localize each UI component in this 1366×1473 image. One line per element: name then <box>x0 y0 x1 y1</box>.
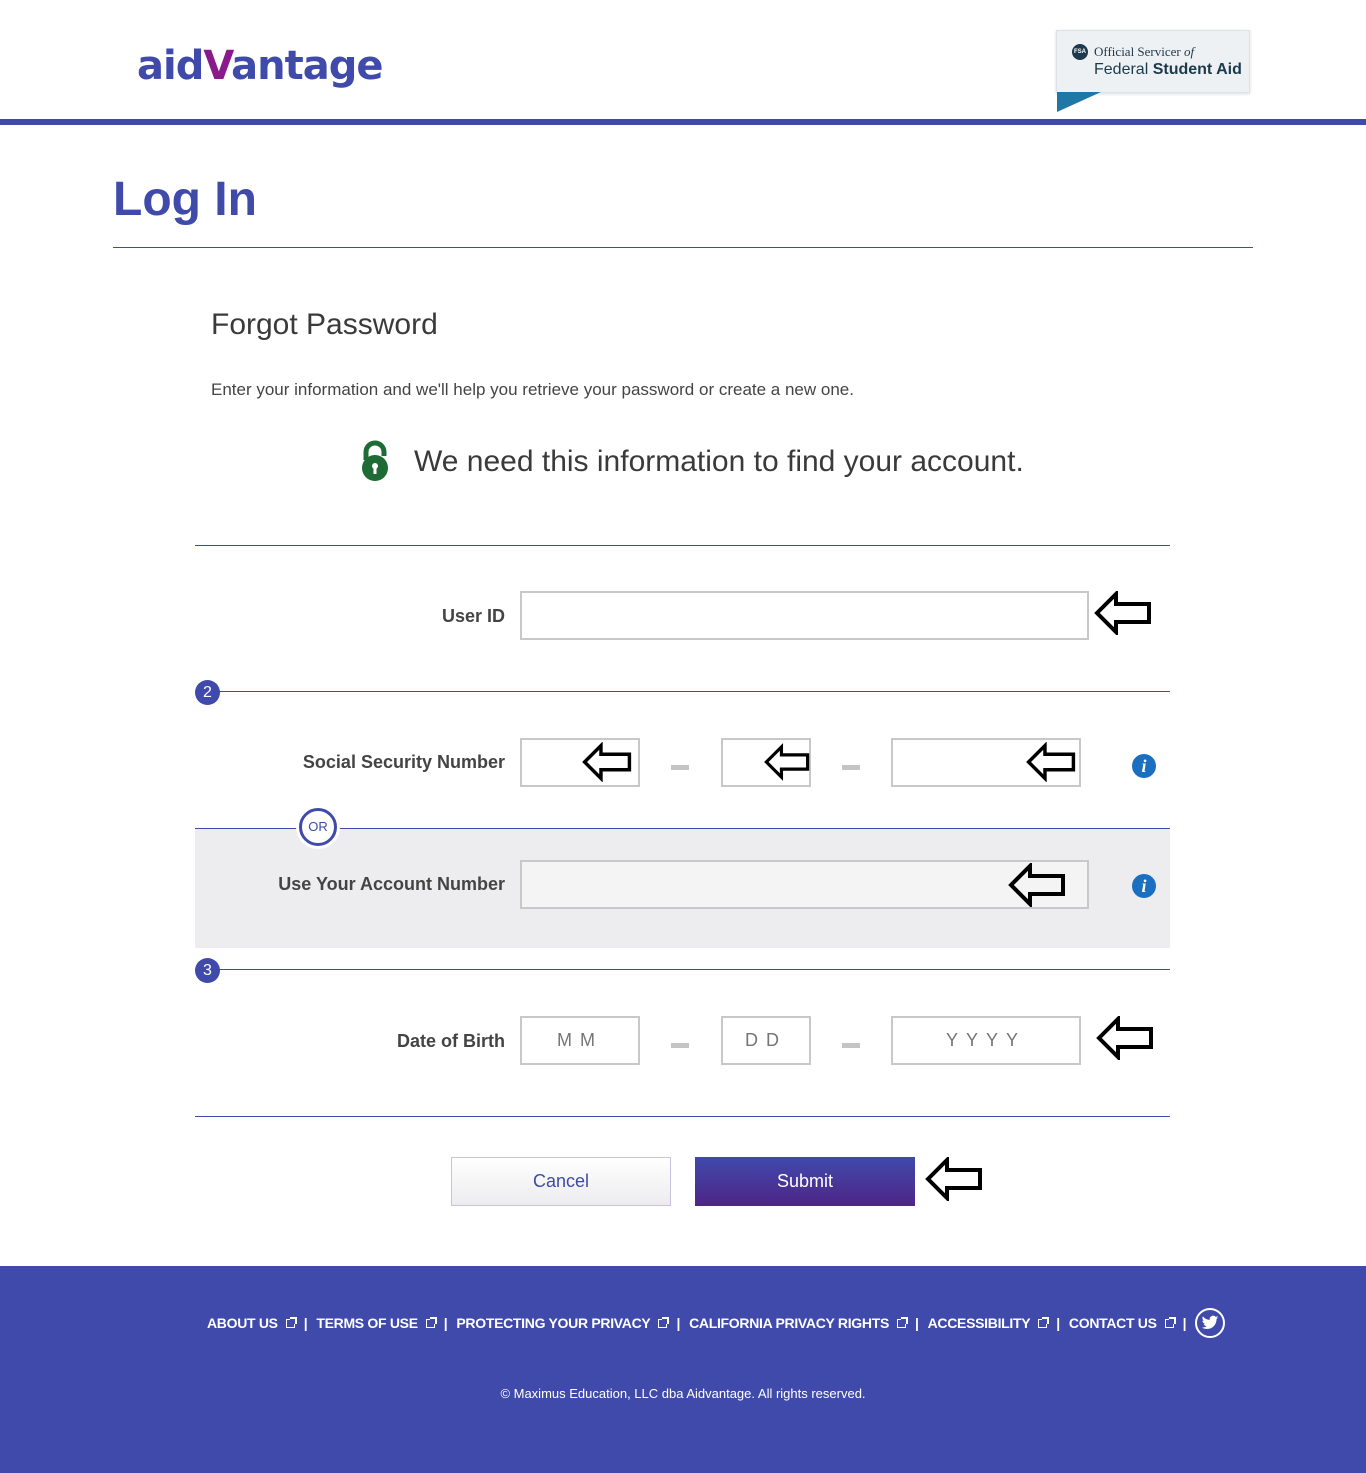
external-link-icon <box>1038 1316 1050 1328</box>
fsa-badge-line1: Official Servicer of <box>1094 44 1194 60</box>
ssn-dash-separator <box>842 765 860 770</box>
footer-link-label: ACCESSIBILITY <box>927 1315 1031 1331</box>
user-id-label: User ID <box>441 606 505 626</box>
step-2-badge: 2 <box>195 680 220 705</box>
external-link-icon <box>658 1316 670 1328</box>
site-footer <box>0 1266 1366 1473</box>
site-header: aidVantage FSA Official Servicer of Fede… <box>0 0 1366 125</box>
dob-dash-separator <box>842 1043 860 1048</box>
copyright-text: © Maximus Education, LLC dba Aidvantage.… <box>500 1386 866 1401</box>
footer-separator: | <box>1056 1315 1060 1331</box>
arrow-annotation-icon <box>1008 863 1065 907</box>
form-bottom-divider <box>195 1116 1170 1117</box>
arrow-annotation-icon <box>582 742 632 782</box>
arrow-annotation-icon <box>764 743 810 781</box>
footer-link-protecting-privacy[interactable]: PROTECTING YOUR PRIVACY <box>456 1315 670 1331</box>
footer-link-contact-us[interactable]: CONTACT US <box>1068 1315 1176 1331</box>
user-id-input[interactable] <box>520 591 1089 640</box>
footer-link-california-privacy[interactable]: CALIFORNIA PRIVACY RIGHTS <box>689 1315 908 1331</box>
arrow-annotation-icon <box>1026 742 1076 782</box>
footer-link-label: ABOUT US <box>207 1315 278 1331</box>
account-number-label: Use Your Account Number <box>278 874 505 894</box>
footer-links: ABOUT US | TERMS OF USE | PROTECTING YOU… <box>207 1308 1226 1338</box>
dob-day-input[interactable] <box>721 1016 811 1065</box>
submit-button[interactable]: Submit <box>695 1157 915 1206</box>
footer-link-label: CONTACT US <box>1068 1315 1157 1331</box>
ssn-info-icon[interactable]: i <box>1132 754 1156 778</box>
fsa-line2-federal: Federal <box>1094 61 1149 78</box>
external-link-icon <box>285 1316 297 1328</box>
footer-link-label: CALIFORNIA PRIVACY RIGHTS <box>689 1315 889 1331</box>
footer-separator: | <box>915 1315 919 1331</box>
fsa-seal-icon: FSA <box>1072 44 1088 60</box>
footer-separator: | <box>443 1315 448 1331</box>
lock-icon <box>360 440 390 484</box>
title-divider <box>113 247 1253 248</box>
ssn-dash-separator <box>671 765 689 770</box>
dob-year-input[interactable] <box>891 1016 1081 1065</box>
aidvantage-logo[interactable]: aidVantage <box>137 43 383 89</box>
arrow-annotation-icon <box>925 1157 982 1201</box>
arrow-annotation-icon <box>1094 591 1151 635</box>
logo-text-suffix: antage <box>231 43 383 89</box>
section-title: Forgot Password <box>211 308 438 341</box>
footer-separator: | <box>303 1315 308 1331</box>
step-2-divider <box>195 691 1170 692</box>
arrow-annotation-icon <box>1096 1016 1153 1060</box>
footer-link-label: TERMS OF USE <box>316 1315 418 1331</box>
notice-text: We need this information to find your ac… <box>414 445 1024 478</box>
footer-link-label: PROTECTING YOUR PRIVACY <box>456 1315 651 1331</box>
dob-dash-separator <box>671 1043 689 1048</box>
or-separator-badge: OR <box>299 808 337 846</box>
footer-link-accessibility[interactable]: ACCESSIBILITY <box>927 1315 1050 1331</box>
account-number-info-icon[interactable]: i <box>1132 874 1156 898</box>
footer-link-terms-of-use[interactable]: TERMS OF USE <box>316 1315 437 1331</box>
or-divider <box>195 828 1170 829</box>
external-link-icon <box>1164 1316 1176 1328</box>
external-link-icon <box>897 1316 908 1328</box>
account-info-notice: We need this information to find your ac… <box>360 440 1024 484</box>
account-number-input[interactable] <box>520 860 1089 909</box>
dob-month-input[interactable] <box>520 1016 640 1065</box>
form-top-divider <box>195 545 1170 546</box>
fsa-line2-student-aid: Student Aid <box>1152 61 1242 78</box>
dob-label: Date of Birth <box>397 1031 505 1051</box>
footer-separator: | <box>1182 1315 1187 1331</box>
page-title: Log In <box>113 173 257 226</box>
logo-text-v: V <box>203 43 232 89</box>
fsa-badge-flag <box>1057 92 1101 112</box>
logo-text-prefix: aid <box>137 43 204 89</box>
fsa-official-servicer-badge: FSA Official Servicer of Federal Student… <box>1056 30 1250 93</box>
footer-link-about-us[interactable]: ABOUT US <box>207 1315 297 1331</box>
step-3-badge: 3 <box>195 958 220 983</box>
fsa-badge-line2: Federal Student Aid <box>1094 61 1242 79</box>
cancel-button[interactable]: Cancel <box>451 1157 671 1206</box>
step-3-divider <box>195 969 1170 970</box>
external-link-icon <box>425 1316 437 1328</box>
fsa-line1-of: of <box>1184 44 1195 59</box>
intro-text: Enter your information and we'll help yo… <box>211 380 854 399</box>
fsa-line1-text: Official Servicer <box>1094 44 1184 59</box>
footer-separator: | <box>676 1315 681 1331</box>
ssn-label: Social Security Number <box>302 752 505 772</box>
twitter-icon[interactable] <box>1195 1308 1226 1338</box>
